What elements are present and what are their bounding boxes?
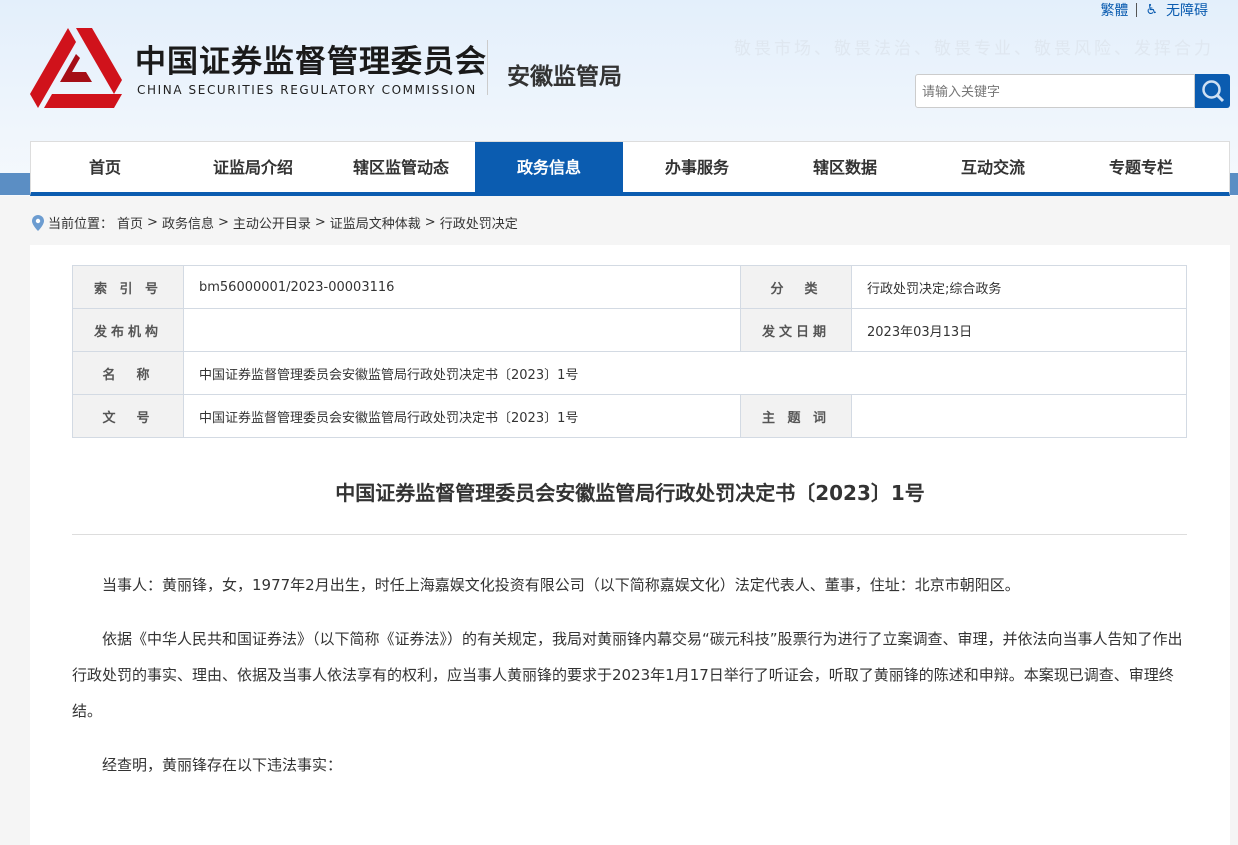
date-value: 2023年03月13日 bbox=[851, 308, 1187, 352]
nav-topics[interactable]: 专题专栏 bbox=[1067, 142, 1215, 192]
bureau-name: 安徽监管局 bbox=[507, 64, 622, 90]
paragraph: 当事人：黄丽锋，女，1977年2月出生，时任上海嘉娱文化投资有限公司（以下简称嘉… bbox=[102, 576, 1020, 594]
nav-bureau-intro[interactable]: 证监局介绍 bbox=[179, 142, 327, 192]
docno-value: 中国证券监督管理委员会安徽监管局行政处罚决定书〔2023〕1号 bbox=[183, 394, 741, 438]
nav-services[interactable]: 办事服务 bbox=[623, 142, 771, 192]
article-title: 中国证券监督管理委员会安徽监管局行政处罚决定书〔2023〕1号 bbox=[335, 481, 925, 505]
slogan: 敬畏市场、敬畏法治、敬畏专业、敬畏风险、发挥合力 bbox=[734, 39, 1214, 59]
publisher-value bbox=[183, 308, 741, 352]
org-name-en: CHINA SECURITIES REGULATORY COMMISSION bbox=[137, 83, 477, 97]
search-button[interactable] bbox=[1195, 74, 1230, 108]
nav-regulatory-news[interactable]: 辖区监管动态 bbox=[327, 142, 475, 192]
breadcrumb-sep: > bbox=[147, 215, 158, 230]
index-value: bm56000001/2023-00003116 bbox=[183, 265, 741, 309]
breadcrumb-sep: > bbox=[314, 215, 326, 230]
csrc-logo[interactable] bbox=[30, 28, 122, 114]
breadcrumb-catalog[interactable]: 主动公开目录 bbox=[233, 213, 311, 232]
category-label: 分 类 bbox=[740, 265, 852, 309]
paragraph: 经查明，黄丽锋存在以下违法事实： bbox=[102, 756, 343, 774]
org-name-cn: 中国证券监督管理委员会 bbox=[135, 44, 487, 80]
docno-label: 文 号 bbox=[72, 394, 184, 438]
name-label: 名 称 bbox=[72, 351, 184, 395]
breadcrumb-gov-info[interactable]: 政务信息 bbox=[162, 213, 214, 232]
table-row: 索 引 号 bm56000001/2023-00003116 分 类 行政处罚决… bbox=[72, 265, 1187, 309]
date-label: 发文日期 bbox=[740, 308, 852, 352]
metadata-table: 索 引 号 bm56000001/2023-00003116 分 类 行政处罚决… bbox=[72, 265, 1187, 438]
breadcrumb-sep: > bbox=[217, 215, 229, 230]
accessibility-link[interactable]: 无障碍 bbox=[1166, 0, 1208, 20]
breadcrumb-label: 当前位置： bbox=[48, 217, 114, 232]
breadcrumb: 当前位置： 首页 > 政务信息 > 主动公开目录 > 证监局文种体裁 > 行政处罚决定 bbox=[32, 213, 518, 232]
article-body: 当事人：黄丽锋，女，1977年2月出生，时任上海嘉娱文化投资有限公司（以下简称嘉… bbox=[72, 567, 1187, 801]
location-pin-icon bbox=[32, 214, 44, 231]
name-value: 中国证券监督管理委员会安徽监管局行政处罚决定书〔2023〕1号 bbox=[183, 351, 1187, 395]
publisher-label: 发布机构 bbox=[72, 308, 184, 352]
traditional-link[interactable]: 繁體 bbox=[1100, 0, 1128, 20]
table-row: 文 号 中国证券监督管理委员会安徽监管局行政处罚决定书〔2023〕1号 主 题 … bbox=[72, 394, 1187, 438]
keywords-label: 主 题 词 bbox=[740, 394, 852, 438]
breadcrumb-sep: > bbox=[424, 215, 436, 230]
divider bbox=[72, 534, 1187, 535]
keywords-value bbox=[851, 394, 1187, 438]
paragraph: 依据《中华人民共和国证券法》（以下简称《证券法》）的有关规定，我局对黄丽锋内幕交… bbox=[72, 630, 1183, 720]
breadcrumb-home[interactable]: 首页 bbox=[117, 213, 143, 232]
category-value: 行政处罚决定;综合政务 bbox=[851, 265, 1187, 309]
divider bbox=[1136, 3, 1138, 17]
table-row: 发布机构 发文日期 2023年03月13日 bbox=[72, 308, 1187, 352]
nav-home[interactable]: 首页 bbox=[31, 142, 179, 192]
search-icon bbox=[1201, 80, 1224, 103]
search-input[interactable] bbox=[915, 74, 1195, 108]
nav-interaction[interactable]: 互动交流 bbox=[919, 142, 1067, 192]
index-label: 索 引 号 bbox=[72, 265, 184, 309]
main-nav: 首页 证监局介绍 辖区监管动态 政务信息 办事服务 辖区数据 互动交流 专题专栏 bbox=[30, 141, 1230, 196]
accessibility-icon: ♿ bbox=[1145, 2, 1158, 18]
breadcrumb-penalty[interactable]: 行政处罚决定 bbox=[440, 213, 518, 232]
content-panel: 索 引 号 bm56000001/2023-00003116 分 类 行政处罚决… bbox=[30, 245, 1230, 845]
nav-government-info[interactable]: 政务信息 bbox=[475, 142, 623, 192]
breadcrumb-doc-types[interactable]: 证监局文种体裁 bbox=[330, 213, 421, 232]
divider bbox=[487, 40, 488, 95]
table-row: 名 称 中国证券监督管理委员会安徽监管局行政处罚决定书〔2023〕1号 bbox=[72, 351, 1187, 395]
nav-data[interactable]: 辖区数据 bbox=[771, 142, 919, 192]
